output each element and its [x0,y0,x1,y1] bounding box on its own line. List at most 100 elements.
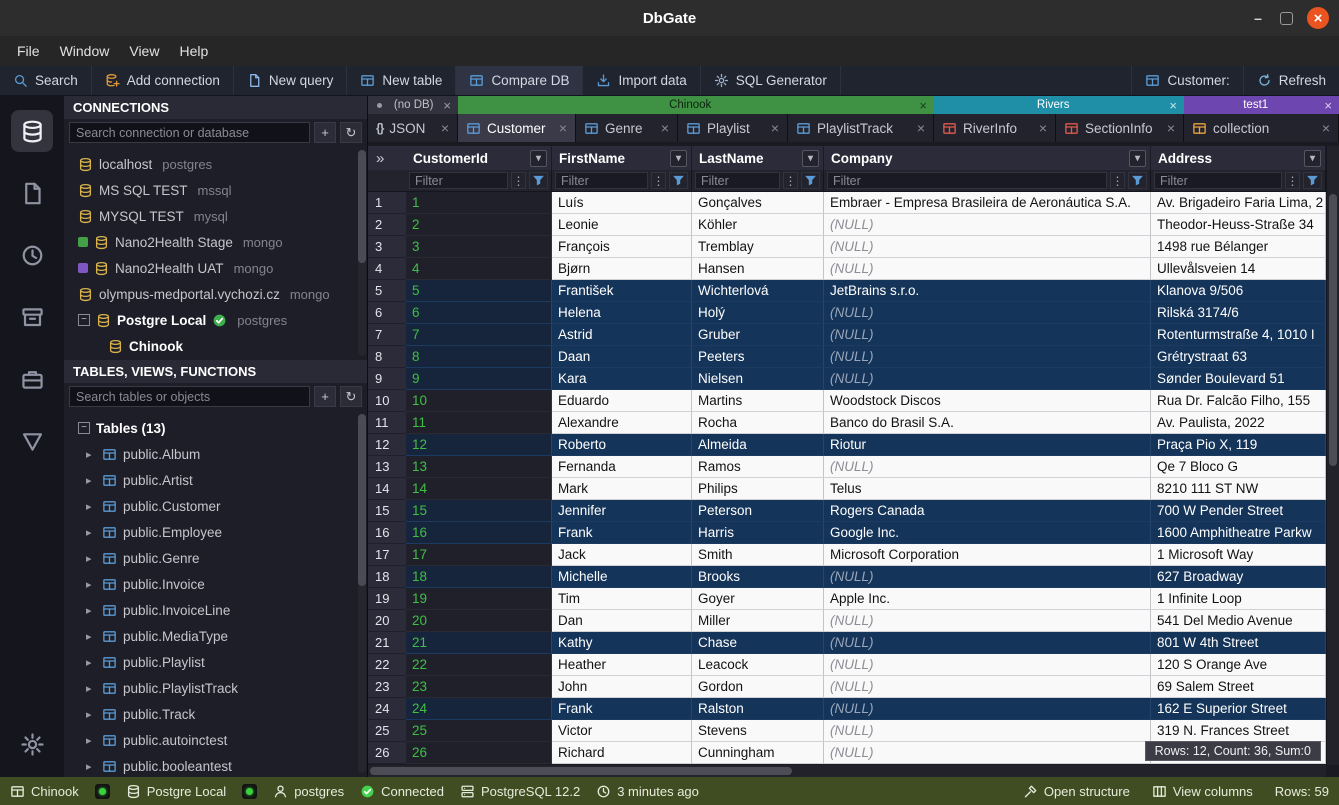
column-header-customerid[interactable]: CustomerId▾ [406,146,552,170]
cell-address[interactable]: 1 Infinite Loop [1151,588,1326,610]
cell-customerid[interactable]: 1 [406,192,552,214]
table-row[interactable]: 2323JohnGordon(NULL)69 Salem Street [368,676,1326,698]
chevron-right-icon[interactable]: ▸ [86,448,96,461]
status-view-columns[interactable]: View columns [1152,784,1253,799]
status-chinook[interactable]: Chinook [10,784,79,799]
cell-customerid[interactable]: 17 [406,544,552,566]
cell-company[interactable]: (NULL) [824,610,1151,632]
status-postgre-local[interactable]: Postgre Local [126,784,227,799]
table-row[interactable]: 1212RobertoAlmeidaRioturPraça Pio X, 119 [368,434,1326,456]
cell-firstname[interactable]: Alexandre [552,412,692,434]
cell-company[interactable]: (NULL) [824,324,1151,346]
cell-firstname[interactable]: Richard [552,742,692,764]
tab-riverinfo[interactable]: RiverInfo× [934,114,1056,142]
cell-customerid[interactable]: 19 [406,588,552,610]
scrollbar[interactable] [358,414,366,773]
chevron-down-icon[interactable]: ▾ [530,150,547,167]
table-public-artist[interactable]: ▸public.Artist [64,467,367,493]
menu-file[interactable]: File [8,40,49,62]
table-row[interactable]: 1111AlexandreRochaBanco do Brasil S.A.Av… [368,412,1326,434]
cell-address[interactable]: Theodor-Heuss-Straße 34 [1151,214,1326,236]
cell-firstname[interactable]: Eduardo [552,390,692,412]
close-button[interactable]: × [1307,7,1329,29]
cell-address[interactable]: Rotenturmstraße 4, 1010 I [1151,324,1326,346]
cell-lastname[interactable]: Ralston [692,698,824,720]
cell-address[interactable]: Qe 7 Bloco G [1151,456,1326,478]
table-public-track[interactable]: ▸public.Track [64,701,367,727]
tab-sectioninfo[interactable]: SectionInfo× [1056,114,1184,142]
table-public-mediatype[interactable]: ▸public.MediaType [64,623,367,649]
chevron-right-icon[interactable]: ▸ [86,552,96,565]
cell-firstname[interactable]: Leonie [552,214,692,236]
close-icon[interactable]: × [771,120,779,136]
close-icon[interactable]: × [919,98,927,113]
chevron-down-icon[interactable]: ▾ [670,150,687,167]
cell-customerid[interactable]: 15 [406,500,552,522]
close-icon[interactable]: × [1324,98,1332,113]
table-row[interactable]: 1717JackSmithMicrosoft Corporation1 Micr… [368,544,1326,566]
cell-company[interactable]: Banco do Brasil S.A. [824,412,1151,434]
close-icon[interactable]: × [441,120,449,136]
cell-firstname[interactable]: Frank [552,522,692,544]
rail-plugins-button[interactable] [11,358,53,400]
cell-company[interactable]: (NULL) [824,302,1151,324]
chevron-down-icon[interactable]: ▾ [1129,150,1146,167]
status-connected[interactable]: Connected [360,784,444,799]
cell-customerid[interactable]: 9 [406,368,552,390]
close-icon[interactable]: × [1167,120,1175,136]
rail-connections-button[interactable] [11,110,53,152]
table-public-genre[interactable]: ▸public.Genre [64,545,367,571]
refresh-icon[interactable]: ↻ [340,386,362,407]
cell-lastname[interactable]: Gonçalves [692,192,824,214]
cell-company[interactable]: Microsoft Corporation [824,544,1151,566]
filter-input-address[interactable] [1154,172,1282,189]
menu-dots-icon[interactable]: ⋮ [1285,172,1300,189]
add-icon[interactable]: + [314,386,336,407]
column-header-company[interactable]: Company▾ [824,146,1151,170]
cell-company[interactable]: (NULL) [824,632,1151,654]
table-row[interactable]: 2020DanMiller(NULL)541 Del Medio Avenue [368,610,1326,632]
cell-customerid[interactable]: 4 [406,258,552,280]
tab-json[interactable]: {}JSON× [368,114,458,142]
cell-customerid[interactable]: 7 [406,324,552,346]
cell-customerid[interactable]: 21 [406,632,552,654]
cell-company[interactable]: Woodstock Discos [824,390,1151,412]
cell-company[interactable]: (NULL) [824,654,1151,676]
table-row[interactable]: 1010EduardoMartinsWoodstock DiscosRua Dr… [368,390,1326,412]
table-row[interactable]: 77AstridGruber(NULL)Rotenturmstraße 4, 1… [368,324,1326,346]
table-public-employee[interactable]: ▸public.Employee [64,519,367,545]
menu-dots-icon[interactable]: ⋮ [651,172,666,189]
toolbar-add-connection-button[interactable]: Add connection [92,66,234,95]
cell-address[interactable]: 120 S Orange Ave [1151,654,1326,676]
cell-lastname[interactable]: Tremblay [692,236,824,258]
table-public-invoice[interactable]: ▸public.Invoice [64,571,367,597]
chevron-right-icon[interactable]: ▸ [86,604,96,617]
cell-firstname[interactable]: Kara [552,368,692,390]
tab-group-header-chinook[interactable]: Chinook× [458,96,934,114]
cell-firstname[interactable]: Tim [552,588,692,610]
cell-lastname[interactable]: Leacock [692,654,824,676]
cell-customerid[interactable]: 14 [406,478,552,500]
filter-input-firstname[interactable] [555,172,648,189]
cell-firstname[interactable]: Astrid [552,324,692,346]
chevron-right-icon[interactable]: ▸ [86,682,96,695]
menu-dots-icon[interactable]: ⋮ [511,172,526,189]
cell-customerid[interactable]: 13 [406,456,552,478]
connection-nano2health-uat[interactable]: Nano2Health UATmongo [64,255,367,281]
cell-company[interactable]: (NULL) [824,368,1151,390]
toolbar-compare-db-button[interactable]: Compare DB [456,66,583,95]
close-icon[interactable]: × [1169,98,1177,113]
close-icon[interactable]: × [443,98,451,113]
table-row[interactable]: 1616FrankHarrisGoogle Inc.1600 Amphithea… [368,522,1326,544]
cell-company[interactable]: (NULL) [824,742,1151,764]
toolbar-new-query-button[interactable]: New query [234,66,348,95]
tab-group-header-no-db[interactable]: (no DB)× [368,96,458,114]
cell-company[interactable]: Embraer - Empresa Brasileira de Aeronáut… [824,192,1151,214]
cell-address[interactable]: 319 N. Frances Street [1151,720,1326,742]
cell-lastname[interactable]: Nielsen [692,368,824,390]
toolbar-search-button[interactable]: Search [0,66,92,95]
cell-firstname[interactable]: Frank [552,698,692,720]
cell-lastname[interactable]: Martins [692,390,824,412]
cell-company[interactable]: (NULL) [824,676,1151,698]
cell-customerid[interactable]: 11 [406,412,552,434]
